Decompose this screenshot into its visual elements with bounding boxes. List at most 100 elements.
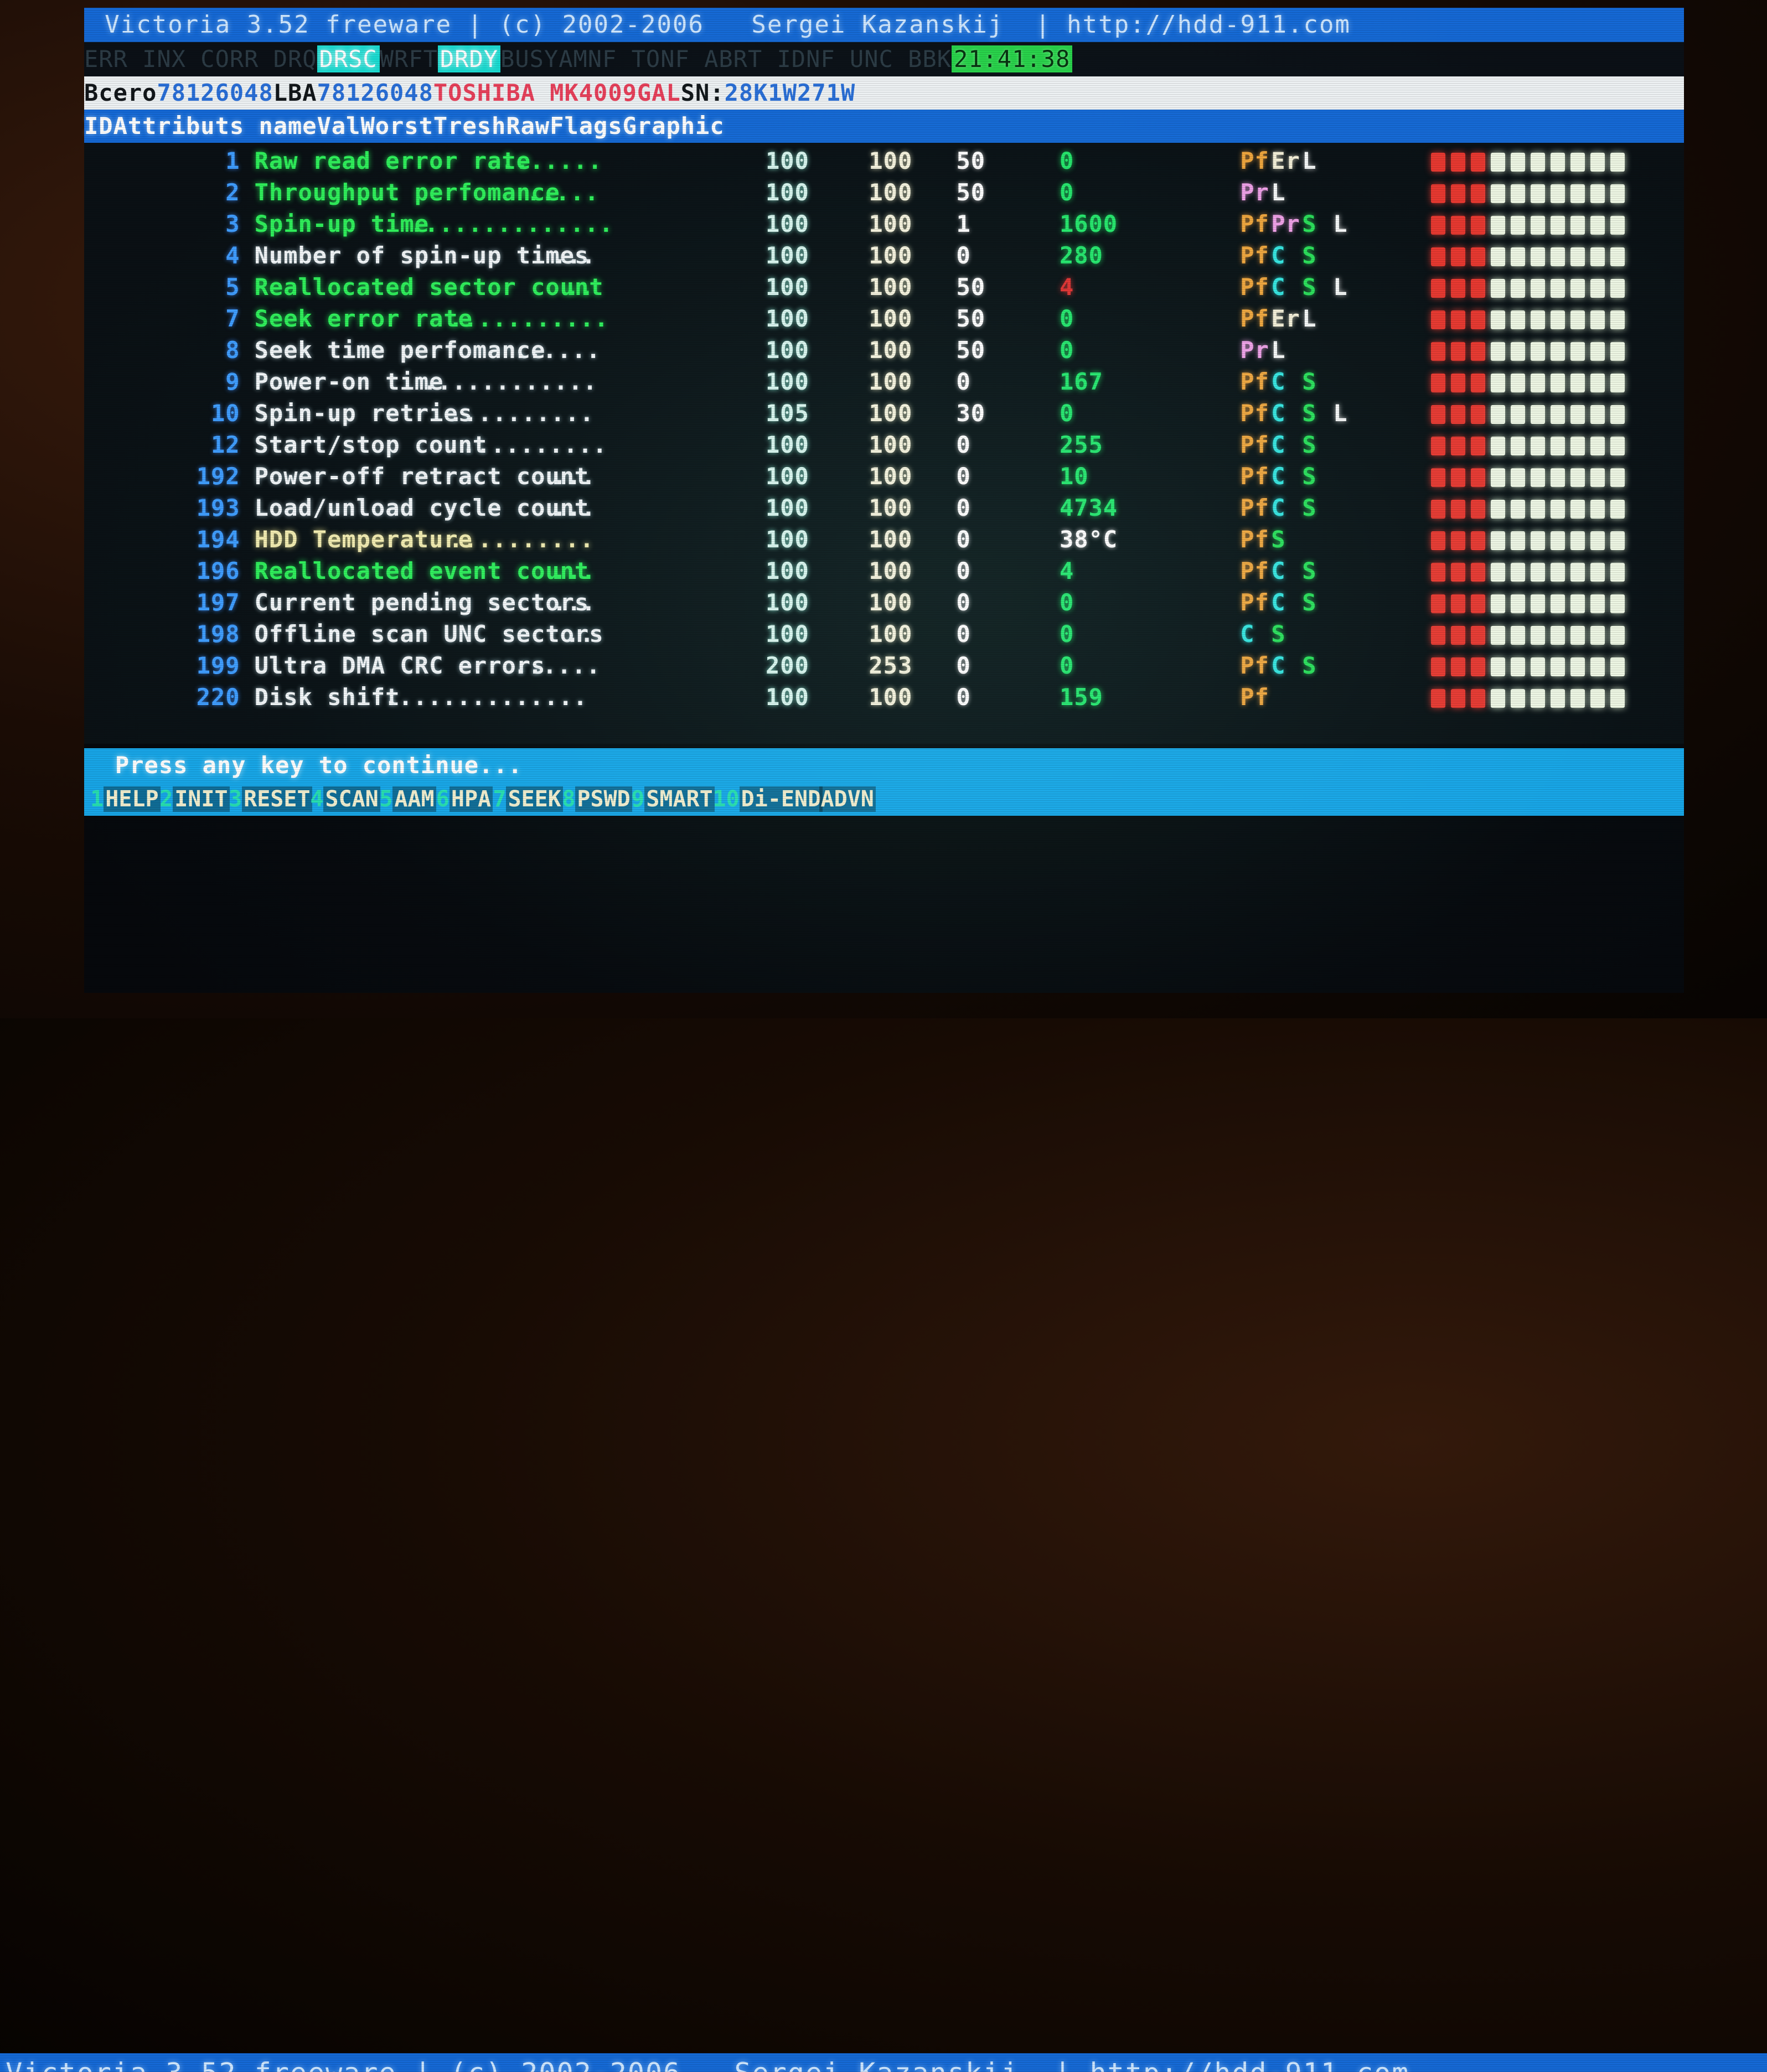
graphic-block-light — [1511, 184, 1526, 203]
flag-s: S — [1302, 652, 1317, 679]
attribute-worst: 100 — [869, 305, 913, 332]
function-key-label: SMART — [644, 786, 715, 812]
graphic-block-light — [1551, 184, 1566, 203]
function-key-advn[interactable]: ADVN — [819, 783, 876, 816]
graphic-block-light — [1551, 342, 1566, 361]
screen-top: Victoria 3.52 freeware | (c) 2002-2006 S… — [84, 8, 1684, 993]
attribute-id: 4 — [225, 242, 240, 269]
graphic-block-light — [1531, 247, 1546, 266]
graphic-block-red — [1471, 563, 1486, 582]
table-row: 7 Seek error rate........... 100 100 50 0 Pf Er… — [84, 305, 1684, 336]
attribute-worst: 100 — [869, 431, 913, 458]
graphic-block-red — [1451, 184, 1466, 203]
graphic-block-light — [1491, 342, 1506, 361]
graphic-block-red — [1471, 184, 1486, 203]
function-key-smart[interactable]: 9SMART — [631, 783, 715, 816]
graphic-block-red — [1431, 247, 1446, 266]
graphic-block-light — [1531, 374, 1546, 392]
attribute-tresh: 30 — [956, 400, 986, 427]
graphic-block-red — [1431, 279, 1446, 298]
flag-er: Er — [1271, 305, 1300, 332]
attribute-tresh: 50 — [956, 273, 986, 301]
function-key-seek[interactable]: 7SEEK — [493, 783, 563, 816]
function-key-aam[interactable]: 5AAM — [379, 783, 436, 816]
attribute-value: 100 — [765, 557, 809, 584]
graphic-block-light — [1491, 247, 1506, 266]
graphic-block-red — [1471, 626, 1486, 645]
function-key-number: 6 — [436, 786, 450, 812]
attribute-graphic-bar — [1431, 405, 1625, 424]
flag-pf: Pf — [1240, 242, 1269, 269]
graphic-block-red — [1471, 531, 1486, 550]
function-key-number: 2 — [159, 786, 173, 812]
graphic-block-light — [1610, 405, 1625, 424]
function-key-scan[interactable]: 4SCAN — [310, 783, 380, 816]
function-key-init[interactable]: 2INIT — [159, 783, 230, 816]
graphic-block-light — [1511, 216, 1526, 235]
graphic-block-red — [1451, 437, 1466, 455]
graphic-block-red — [1431, 657, 1446, 676]
system-clock: 21:41:38 — [951, 45, 1073, 72]
function-key-number: 8 — [562, 786, 576, 812]
attribute-raw: 0 — [1059, 652, 1074, 679]
graphic-block-light — [1511, 657, 1526, 676]
function-key-hpa[interactable]: 6HPA — [436, 783, 493, 816]
function-key-di-end[interactable]: 10Di-END — [712, 783, 823, 816]
function-key-label: Di-END — [739, 786, 823, 812]
attribute-tresh: 0 — [956, 368, 971, 395]
table-row: 12 Start/stop count.......... 100 100 0 255 Pf… — [84, 431, 1684, 463]
flag-s: S — [1271, 620, 1286, 648]
graphic-block-light — [1590, 342, 1605, 361]
graphic-block-light — [1590, 594, 1605, 613]
graphic-block-red — [1451, 626, 1466, 645]
graphic-block-light — [1610, 657, 1625, 676]
register-flags-left: ERR INX CORR DRQ — [84, 45, 317, 72]
graphic-block-light — [1610, 310, 1625, 329]
attribute-flags: Pf Er L — [1240, 147, 1333, 174]
attribute-raw: 0 — [1059, 589, 1074, 616]
attribute-id: 193 — [196, 494, 240, 521]
attribute-flags: Pf — [1240, 683, 1271, 711]
attribute-worst: 100 — [869, 557, 913, 584]
function-key-help[interactable]: 1HELP — [90, 783, 161, 816]
function-key-pswd[interactable]: 8PSWD — [562, 783, 632, 816]
graphic-block-light — [1531, 531, 1546, 550]
graphic-block-light — [1531, 657, 1546, 676]
flag-c: C — [1271, 431, 1286, 458]
attribute-dots-leader: .......... — [462, 431, 607, 458]
graphic-block-light — [1511, 153, 1526, 172]
graphic-block-light — [1491, 279, 1506, 298]
function-key-number: 1 — [90, 786, 104, 812]
attribute-dots-leader: ...... — [513, 652, 601, 679]
attribute-graphic-bar — [1431, 468, 1625, 487]
flag-s: S — [1302, 463, 1317, 490]
flag-er: Er — [1271, 147, 1300, 174]
graphic-block-red — [1431, 531, 1446, 550]
attribute-value: 100 — [765, 620, 809, 648]
table-column-header: IDAttributs nameValWorstTreshRawFlagsGra… — [84, 110, 1684, 143]
serial-number-value: 28K1W271W — [724, 79, 856, 106]
flag-l: L — [1333, 273, 1348, 301]
graphic-block-light — [1511, 342, 1526, 361]
graphic-block-light — [1570, 279, 1585, 298]
function-key-reset[interactable]: 3RESET — [229, 783, 312, 816]
attribute-raw: 0 — [1059, 400, 1074, 427]
graphic-block-light — [1511, 405, 1526, 424]
function-key-label: SCAN — [323, 786, 380, 812]
graphic-block-light — [1551, 279, 1566, 298]
graphic-block-light — [1570, 657, 1585, 676]
flag-l: L — [1271, 336, 1286, 364]
attribute-flags: Pf C S — [1240, 557, 1333, 584]
attribute-value: 100 — [765, 368, 809, 395]
flag-s: S — [1302, 400, 1317, 427]
graphic-block-red — [1471, 657, 1486, 676]
attribute-tresh: 50 — [956, 179, 986, 206]
register-status-bar: ERR INX CORR DRQDRSCWRFTDRDYBUSYAMNF TON… — [84, 42, 1684, 76]
attribute-value: 100 — [765, 273, 809, 301]
attribute-raw: 4 — [1059, 273, 1074, 301]
column-header-id: ID — [84, 112, 113, 139]
graphic-block-red — [1471, 374, 1486, 392]
graphic-block-light — [1610, 563, 1625, 582]
attribute-dots-leader: ............ — [422, 368, 598, 395]
attribute-worst: 100 — [869, 242, 913, 269]
